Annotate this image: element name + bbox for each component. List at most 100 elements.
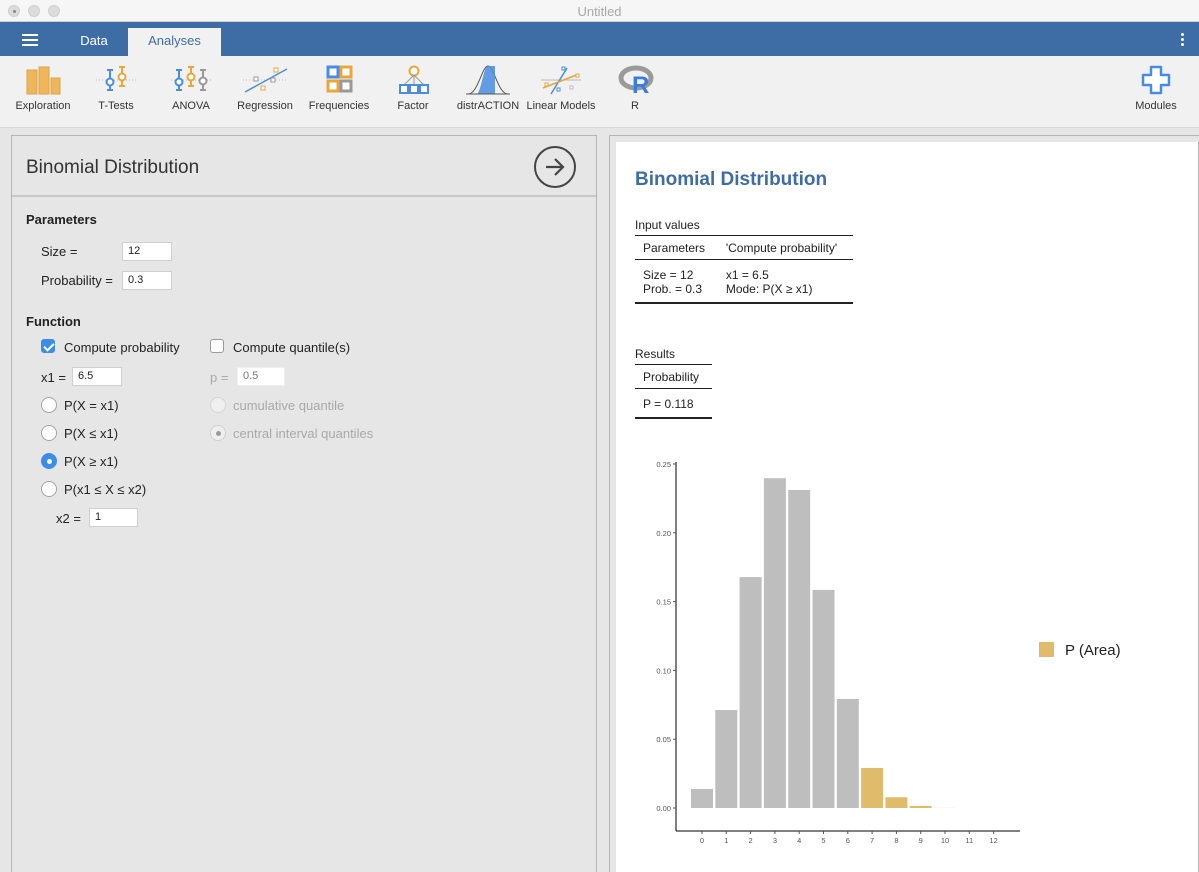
table-header: Probability bbox=[635, 364, 712, 389]
mode-interval-radio[interactable] bbox=[41, 481, 57, 497]
ribbon-regression-button[interactable]: Regression bbox=[236, 64, 294, 122]
svg-text:R: R bbox=[632, 72, 649, 96]
compute-probability-checkbox[interactable] bbox=[41, 339, 55, 353]
results-table-caption: Results bbox=[635, 347, 676, 361]
central-interval-radio[interactable] bbox=[210, 425, 226, 441]
probability-input[interactable]: 0.3 bbox=[122, 271, 172, 290]
table-cell: Mode: P(X ≥ x1) bbox=[717, 282, 853, 304]
y-tick-label: 0.25 bbox=[656, 460, 671, 469]
x-tick-label: 5 bbox=[821, 836, 825, 845]
run-analysis-button[interactable] bbox=[534, 146, 576, 188]
ribbon-label: Frequencies bbox=[308, 100, 370, 112]
chart-legend: P (Area) bbox=[1039, 642, 1121, 659]
table-cell: Size = 12 bbox=[643, 268, 694, 282]
bar bbox=[739, 577, 762, 808]
ribbon-label: Factor bbox=[397, 100, 429, 112]
table-cell: x1 = 6.5 bbox=[725, 268, 769, 282]
menu-icon[interactable] bbox=[22, 34, 38, 46]
regression-icon bbox=[243, 67, 288, 93]
bar bbox=[885, 797, 908, 808]
table-cell: P = 0.118 bbox=[635, 388, 712, 419]
function-heading: Function bbox=[26, 314, 81, 329]
legend-swatch bbox=[1039, 642, 1054, 657]
bar bbox=[861, 767, 884, 808]
input-values-table: Parameters 'Compute probability' Size = … bbox=[635, 235, 853, 304]
legend-label: P (Area) bbox=[1065, 642, 1121, 659]
cumulative-quantile-label: cumulative quantile bbox=[233, 398, 345, 413]
mode-greater-equal-radio[interactable] bbox=[41, 453, 57, 469]
ribbon-distraction-button[interactable]: distrACTION bbox=[456, 64, 520, 122]
results-panel: Binomial Distribution Input values Param… bbox=[609, 135, 1199, 872]
x-tick-label: 7 bbox=[870, 836, 874, 845]
mode-less-equal-radio[interactable] bbox=[41, 425, 57, 441]
table-header: Parameters bbox=[635, 235, 718, 260]
ribbon-factor-button[interactable]: Factor bbox=[390, 64, 436, 122]
y-tick-label: 0.05 bbox=[656, 735, 671, 744]
more-options-icon[interactable] bbox=[1181, 33, 1185, 48]
compute-quantiles-checkbox[interactable] bbox=[210, 339, 224, 353]
cumulative-quantile-radio[interactable] bbox=[210, 397, 226, 413]
size-label: Size = bbox=[41, 244, 78, 259]
compute-quantiles-label: Compute quantile(s) bbox=[233, 340, 351, 355]
binomial-bar-chart: 0.000.050.100.150.200.250 1 2 3 4 5 6 7 8 9 10 11 12 bbox=[656, 460, 1020, 845]
ribbon-r-button[interactable]: R R bbox=[614, 64, 656, 122]
input-table-caption: Input values bbox=[635, 218, 700, 232]
ribbon-label: Linear Models bbox=[526, 100, 596, 112]
bar bbox=[909, 805, 932, 808]
table-row: Prob. = 0.3 Mode: P(X ≥ x1) bbox=[635, 282, 853, 304]
t-tests-icon bbox=[96, 66, 136, 91]
window-title: Untitled bbox=[577, 4, 622, 19]
central-interval-label: central interval quantiles bbox=[233, 426, 374, 441]
table-cell: Prob. = 0.3 bbox=[635, 282, 718, 304]
bar bbox=[812, 589, 835, 808]
y-tick-label: 0.00 bbox=[656, 804, 671, 813]
ribbon-anova-button[interactable]: ANOVA bbox=[166, 64, 216, 122]
tab-analyses[interactable]: Analyses bbox=[128, 28, 221, 56]
size-input[interactable]: 12 bbox=[122, 242, 172, 261]
compute-probability-label: Compute probability bbox=[64, 340, 180, 355]
top-nav: Data Analyses bbox=[0, 22, 1199, 56]
mode-less-equal-label: P(X ≤ x1) bbox=[64, 426, 119, 441]
analysis-ribbon: Exploration T-Tests ANOVA Regression Fre… bbox=[0, 56, 1199, 128]
ribbon-linear-models-button[interactable]: Linear Models bbox=[526, 64, 596, 122]
ribbon-frequencies-button[interactable]: Frequencies bbox=[308, 64, 370, 122]
linear-models-icon bbox=[541, 66, 581, 95]
ribbon-label: Regression bbox=[237, 100, 293, 112]
mode-equal-radio[interactable] bbox=[41, 397, 57, 413]
x-tick-label: 0 bbox=[700, 836, 704, 845]
bar bbox=[836, 699, 859, 808]
mode-greater-equal-label: P(X ≥ x1) bbox=[64, 454, 119, 469]
mode-interval-label: P(x1 ≤ X ≤ x2) bbox=[64, 482, 147, 497]
probability-label: Probability = bbox=[41, 273, 113, 288]
distribution-icon bbox=[466, 65, 510, 95]
ribbon-modules-button[interactable]: Modules bbox=[1128, 64, 1184, 122]
ribbon-label: ANOVA bbox=[172, 100, 210, 112]
x-tick-label: 8 bbox=[894, 836, 898, 845]
tab-data[interactable]: Data bbox=[68, 28, 120, 56]
table-row: Size = 12 x1 = 6.5 bbox=[635, 260, 853, 282]
x-tick-label: 3 bbox=[773, 836, 777, 845]
y-tick-label: 0.15 bbox=[656, 598, 671, 607]
y-tick-label: 0.20 bbox=[656, 529, 671, 538]
plus-icon bbox=[1141, 65, 1171, 95]
parameters-heading: Parameters bbox=[26, 212, 97, 227]
ribbon-label: Modules bbox=[1135, 100, 1177, 112]
ribbon-exploration-button[interactable]: Exploration bbox=[12, 64, 74, 122]
ribbon-t-tests-button[interactable]: T-Tests bbox=[90, 64, 142, 122]
ribbon-label: T-Tests bbox=[98, 100, 134, 112]
x1-input[interactable]: 6.5 bbox=[72, 367, 122, 386]
r-icon: R bbox=[618, 65, 654, 96]
p-input[interactable]: 0.5 bbox=[237, 367, 285, 386]
y-tick-label: 0.10 bbox=[656, 666, 671, 675]
bar bbox=[691, 789, 713, 808]
x-tick-label: 2 bbox=[749, 836, 753, 845]
bar bbox=[715, 710, 738, 808]
arrow-right-icon bbox=[546, 158, 565, 176]
ribbon-label: distrACTION bbox=[456, 100, 520, 112]
x1-label: x1 = bbox=[41, 370, 66, 385]
x2-input[interactable]: 1 bbox=[89, 508, 138, 527]
bar bbox=[763, 478, 786, 808]
x-tick-label: 1 bbox=[724, 836, 728, 845]
table-row: P = 0.118 bbox=[635, 388, 712, 419]
options-title: Binomial Distribution bbox=[26, 157, 200, 178]
